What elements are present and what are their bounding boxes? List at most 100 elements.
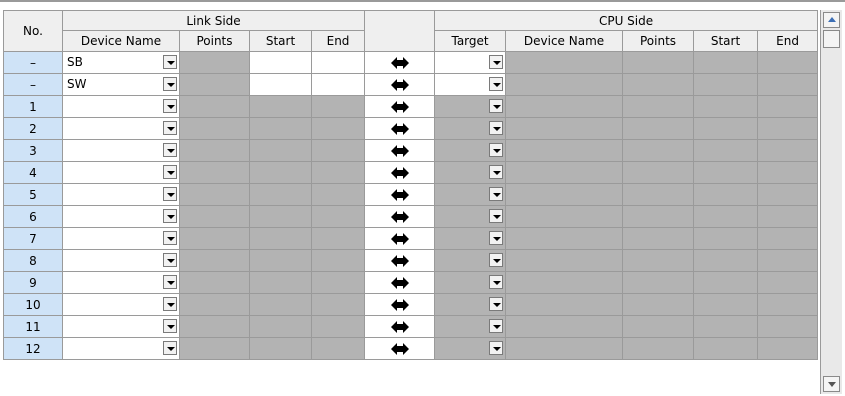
- table-row: 9: [3, 271, 819, 294]
- chevron-down-icon[interactable]: [489, 319, 504, 333]
- chevron-down-icon[interactable]: [489, 231, 504, 245]
- cpu-end-cell: [757, 249, 819, 272]
- bidirectional-arrow-icon: [390, 211, 409, 223]
- chevron-down-icon[interactable]: [489, 187, 504, 201]
- chevron-down-icon[interactable]: [163, 165, 177, 179]
- link-device-name-cell[interactable]: [62, 337, 180, 360]
- link-device-name-cell[interactable]: [62, 95, 180, 118]
- table-row: 2: [3, 117, 819, 140]
- cpu-points-cell: [622, 205, 695, 228]
- link-device-name-cell[interactable]: [62, 227, 180, 250]
- chevron-down-icon[interactable]: [163, 187, 177, 201]
- link-end-cell: [310, 315, 366, 338]
- cpu-target-cell[interactable]: [434, 139, 507, 162]
- link-start-cell[interactable]: [249, 51, 312, 74]
- chevron-down-icon[interactable]: [489, 165, 504, 179]
- link-device-name-cell[interactable]: [62, 315, 180, 338]
- chevron-down-icon[interactable]: [489, 77, 504, 91]
- cpu-points-cell: [622, 73, 695, 96]
- link-start-cell: [249, 293, 312, 316]
- chevron-down-icon[interactable]: [163, 121, 177, 135]
- link-device-name-cell[interactable]: [62, 249, 180, 272]
- cpu-target-cell[interactable]: [434, 315, 507, 338]
- link-end-cell: [310, 249, 366, 272]
- link-points-cell: [179, 51, 250, 74]
- cpu-target-cell[interactable]: [434, 95, 507, 118]
- link-points-cell: [179, 271, 250, 294]
- chevron-down-icon[interactable]: [489, 55, 504, 69]
- cpu-device-name-cell: [505, 117, 624, 140]
- header-cpu-start: Start: [693, 30, 759, 52]
- link-points-cell: [179, 161, 250, 184]
- chevron-down-icon[interactable]: [489, 143, 504, 157]
- link-device-name-cell[interactable]: [62, 117, 180, 140]
- link-device-name-cell[interactable]: [62, 205, 180, 228]
- cpu-points-cell: [622, 95, 695, 118]
- link-device-name-cell[interactable]: [62, 139, 180, 162]
- chevron-down-icon[interactable]: [163, 275, 177, 289]
- chevron-down-icon[interactable]: [163, 253, 177, 267]
- cpu-target-cell[interactable]: [434, 227, 507, 250]
- link-device-name-cell[interactable]: [62, 271, 180, 294]
- scroll-up-icon[interactable]: [823, 12, 840, 28]
- chevron-down-icon[interactable]: [489, 209, 504, 223]
- row-number: 10: [3, 293, 63, 316]
- vertical-scrollbar[interactable]: [820, 10, 842, 394]
- link-device-name-cell[interactable]: [62, 183, 180, 206]
- chevron-down-icon[interactable]: [163, 143, 177, 157]
- chevron-down-icon[interactable]: [163, 341, 177, 355]
- chevron-down-icon[interactable]: [163, 99, 177, 113]
- link-points-cell: [179, 139, 250, 162]
- link-device-name-cell[interactable]: SB: [62, 51, 180, 74]
- cpu-device-name-cell: [505, 205, 624, 228]
- chevron-down-icon[interactable]: [163, 209, 177, 223]
- cpu-target-cell[interactable]: [434, 337, 507, 360]
- cpu-target-cell[interactable]: [434, 205, 507, 228]
- header-link-start: Start: [249, 30, 312, 52]
- cpu-target-cell[interactable]: [434, 183, 507, 206]
- cpu-target-cell[interactable]: [434, 117, 507, 140]
- chevron-down-icon[interactable]: [489, 297, 504, 311]
- cpu-target-cell[interactable]: [434, 293, 507, 316]
- cpu-target-cell[interactable]: [434, 249, 507, 272]
- chevron-down-icon[interactable]: [489, 99, 504, 113]
- link-device-name-cell[interactable]: SW: [62, 73, 180, 96]
- link-end-cell[interactable]: [310, 51, 366, 74]
- chevron-down-icon[interactable]: [163, 231, 177, 245]
- cpu-points-cell: [622, 315, 695, 338]
- link-arrow-cell: [364, 205, 436, 228]
- row-number: 12: [3, 337, 63, 360]
- chevron-down-icon[interactable]: [163, 297, 177, 311]
- link-device-name-cell[interactable]: [62, 293, 180, 316]
- scroll-down-icon[interactable]: [823, 376, 840, 392]
- cpu-start-cell: [693, 73, 759, 96]
- cpu-device-name-cell: [505, 51, 624, 74]
- chevron-down-icon[interactable]: [163, 77, 177, 91]
- link-points-cell: [179, 249, 250, 272]
- chevron-down-icon[interactable]: [163, 55, 177, 69]
- cpu-target-cell[interactable]: [434, 271, 507, 294]
- bidirectional-arrow-icon: [390, 343, 409, 355]
- refresh-settings-grid: No. Link Side CPU Side Device Name Point…: [3, 10, 819, 360]
- link-start-cell: [249, 95, 312, 118]
- header-cpu-end: End: [757, 30, 819, 52]
- link-start-cell[interactable]: [249, 73, 312, 96]
- cpu-target-cell[interactable]: [434, 73, 507, 96]
- link-end-cell[interactable]: [310, 73, 366, 96]
- bidirectional-arrow-icon: [390, 101, 409, 113]
- link-device-name-cell[interactable]: [62, 161, 180, 184]
- cpu-start-cell: [693, 205, 759, 228]
- bidirectional-arrow-icon: [390, 123, 409, 135]
- cpu-end-cell: [757, 161, 819, 184]
- cpu-target-cell[interactable]: [434, 51, 507, 74]
- link-start-cell: [249, 183, 312, 206]
- chevron-down-icon[interactable]: [489, 341, 504, 355]
- cpu-target-cell[interactable]: [434, 161, 507, 184]
- chevron-down-icon[interactable]: [489, 253, 504, 267]
- link-start-cell: [249, 249, 312, 272]
- chevron-down-icon[interactable]: [163, 319, 177, 333]
- chevron-down-icon[interactable]: [489, 275, 504, 289]
- scroll-thumb[interactable]: [823, 30, 840, 48]
- chevron-down-icon[interactable]: [489, 121, 504, 135]
- cpu-device-name-cell: [505, 249, 624, 272]
